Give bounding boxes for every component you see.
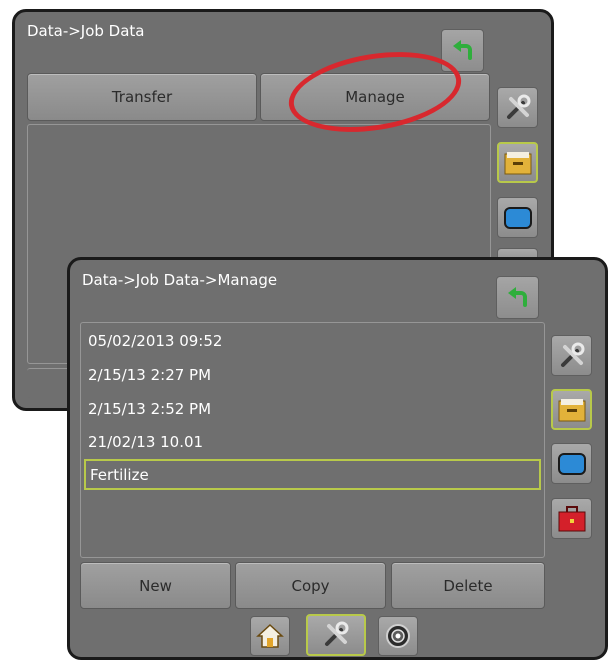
file-box-icon: [558, 398, 585, 421]
job-list[interactable]: 05/02/2013 09:52 2/15/13 2:27 PM 2/15/13…: [80, 322, 545, 558]
back-arrow-icon: [452, 39, 472, 60]
delete-button[interactable]: Delete: [391, 562, 545, 609]
list-item[interactable]: 21/02/13 10.01: [84, 426, 541, 457]
page-title: Data->Job Data: [27, 22, 145, 40]
nav-home[interactable]: [250, 616, 290, 656]
back-arrow-icon: [507, 286, 527, 307]
camera-lens-icon: [386, 624, 410, 648]
side-tab-display[interactable]: [497, 197, 538, 238]
file-box-icon: [504, 151, 531, 174]
side-tab-tools[interactable]: [497, 87, 538, 128]
list-item-selected[interactable]: Fertilize: [84, 459, 541, 490]
display-icon: [557, 452, 586, 475]
manage-screen: Data->Job Data->Manage 05/02/2013 09:52 …: [67, 257, 608, 660]
nav-camera[interactable]: [378, 616, 418, 656]
new-button[interactable]: New: [80, 562, 231, 609]
list-item[interactable]: 2/15/13 2:52 PM: [84, 393, 541, 424]
tab-transfer[interactable]: Transfer: [27, 73, 257, 121]
home-icon: [256, 623, 284, 648]
list-item[interactable]: 2/15/13 2:27 PM: [84, 359, 541, 390]
display-icon: [503, 206, 532, 229]
tools-icon: [325, 621, 349, 646]
side-tab-data[interactable]: [497, 142, 538, 183]
list-item[interactable]: 05/02/2013 09:52: [84, 325, 541, 356]
nav-tools[interactable]: [306, 614, 366, 656]
toolbox-icon: [558, 505, 585, 531]
side-tab-toolbox[interactable]: [551, 498, 592, 539]
tools-icon: [506, 94, 530, 119]
side-tab-display[interactable]: [551, 443, 592, 484]
side-tab-tools[interactable]: [551, 335, 592, 376]
tools-icon: [560, 342, 584, 367]
copy-button[interactable]: Copy: [235, 562, 386, 609]
back-button[interactable]: [496, 276, 539, 319]
page-title: Data->Job Data->Manage: [82, 271, 278, 289]
side-tab-data[interactable]: [551, 389, 592, 430]
